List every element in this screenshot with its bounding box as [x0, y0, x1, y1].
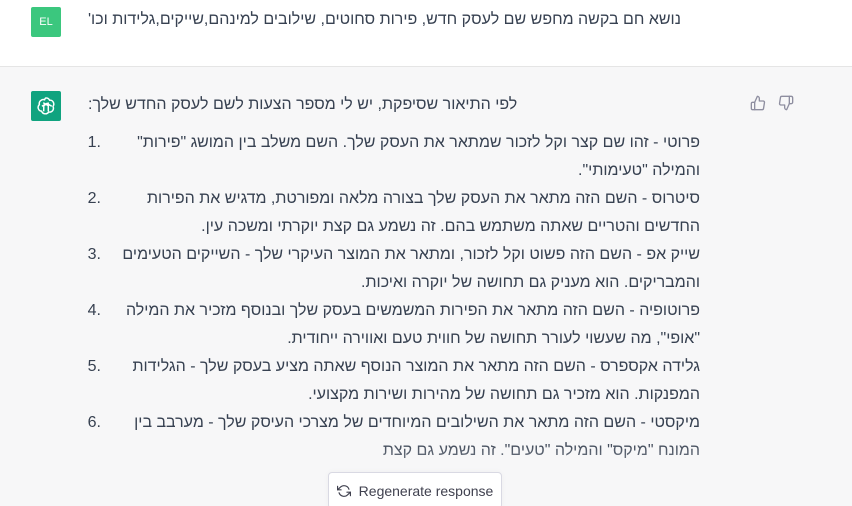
list-item-text: סיטרוס - השם הזה מתאר את העסק שלך בצורה … — [146, 190, 700, 235]
thumbs-up-icon[interactable] — [749, 94, 767, 112]
list-item-number: 5. — [87, 358, 101, 375]
list-item-text: שייק אפ - השם הזה פשוט וקל לזכור, ומתאר … — [122, 246, 700, 291]
user-message-text: נושא חם בקשה מחפש שם לעסק חדש, פירות סחו… — [88, 11, 681, 28]
list-item: 4. פרוטופיה - השם הזה מתאר את הפירות המש… — [88, 301, 728, 357]
suggestions-list: 1. פרוטי - זהו שם קצר וקל לזכור שמתאר את… — [88, 133, 728, 469]
list-item: 3. שייק אפ - השם הזה פשוט וקל לזכור, ומת… — [88, 245, 728, 301]
user-message-row: EL נושא חם בקשה מחפש שם לעסק חדש, פירות … — [0, 0, 852, 67]
list-item-text: פרוטי - זהו שם קצר וקל לזכור שמתאר את הע… — [137, 134, 700, 179]
user-avatar-initials: EL — [39, 16, 53, 28]
list-item: 1. פרוטי - זהו שם קצר וקל לזכור שמתאר את… — [88, 133, 728, 189]
list-item-text: פרוטופיה - השם הזה מתאר את הפירות המשמשי… — [125, 302, 700, 347]
list-item-text: גלידה אקספרס - השם הזה מתאר את המוצר הנו… — [132, 358, 700, 403]
assistant-message-row: לפי התיאור שסיפקת, יש לי מספר הצעות לשם … — [0, 67, 852, 506]
list-item-number: 1. — [87, 134, 101, 151]
regenerate-button[interactable]: Regenerate response — [328, 472, 502, 506]
list-item-text: מיקסטי - השם הזה מתאר את השילובים המיוחד… — [134, 414, 700, 459]
list-item-number: 2. — [87, 190, 101, 207]
regenerate-label: Regenerate response — [358, 482, 494, 499]
assistant-response: לפי התיאור שסיפקת, יש לי מספר הצעות לשם … — [88, 95, 728, 469]
thumbs-down-icon[interactable] — [777, 94, 795, 112]
list-item-number: 4. — [87, 302, 101, 319]
refresh-icon — [336, 484, 351, 497]
list-item-number: 6. — [87, 414, 101, 431]
user-avatar: EL — [31, 7, 61, 37]
list-item-number: 3. — [87, 246, 101, 263]
list-item: 6. מיקסטי - השם הזה מתאר את השילובים המי… — [88, 413, 728, 469]
list-item: 5. גלידה אקספרס - השם הזה מתאר את המוצר … — [88, 357, 728, 413]
chatgpt-logo-icon — [31, 91, 61, 121]
list-item: 2. סיטרוס - השם הזה מתאר את העסק שלך בצו… — [88, 189, 728, 245]
response-intro: לפי התיאור שסיפקת, יש לי מספר הצעות לשם … — [88, 96, 518, 113]
